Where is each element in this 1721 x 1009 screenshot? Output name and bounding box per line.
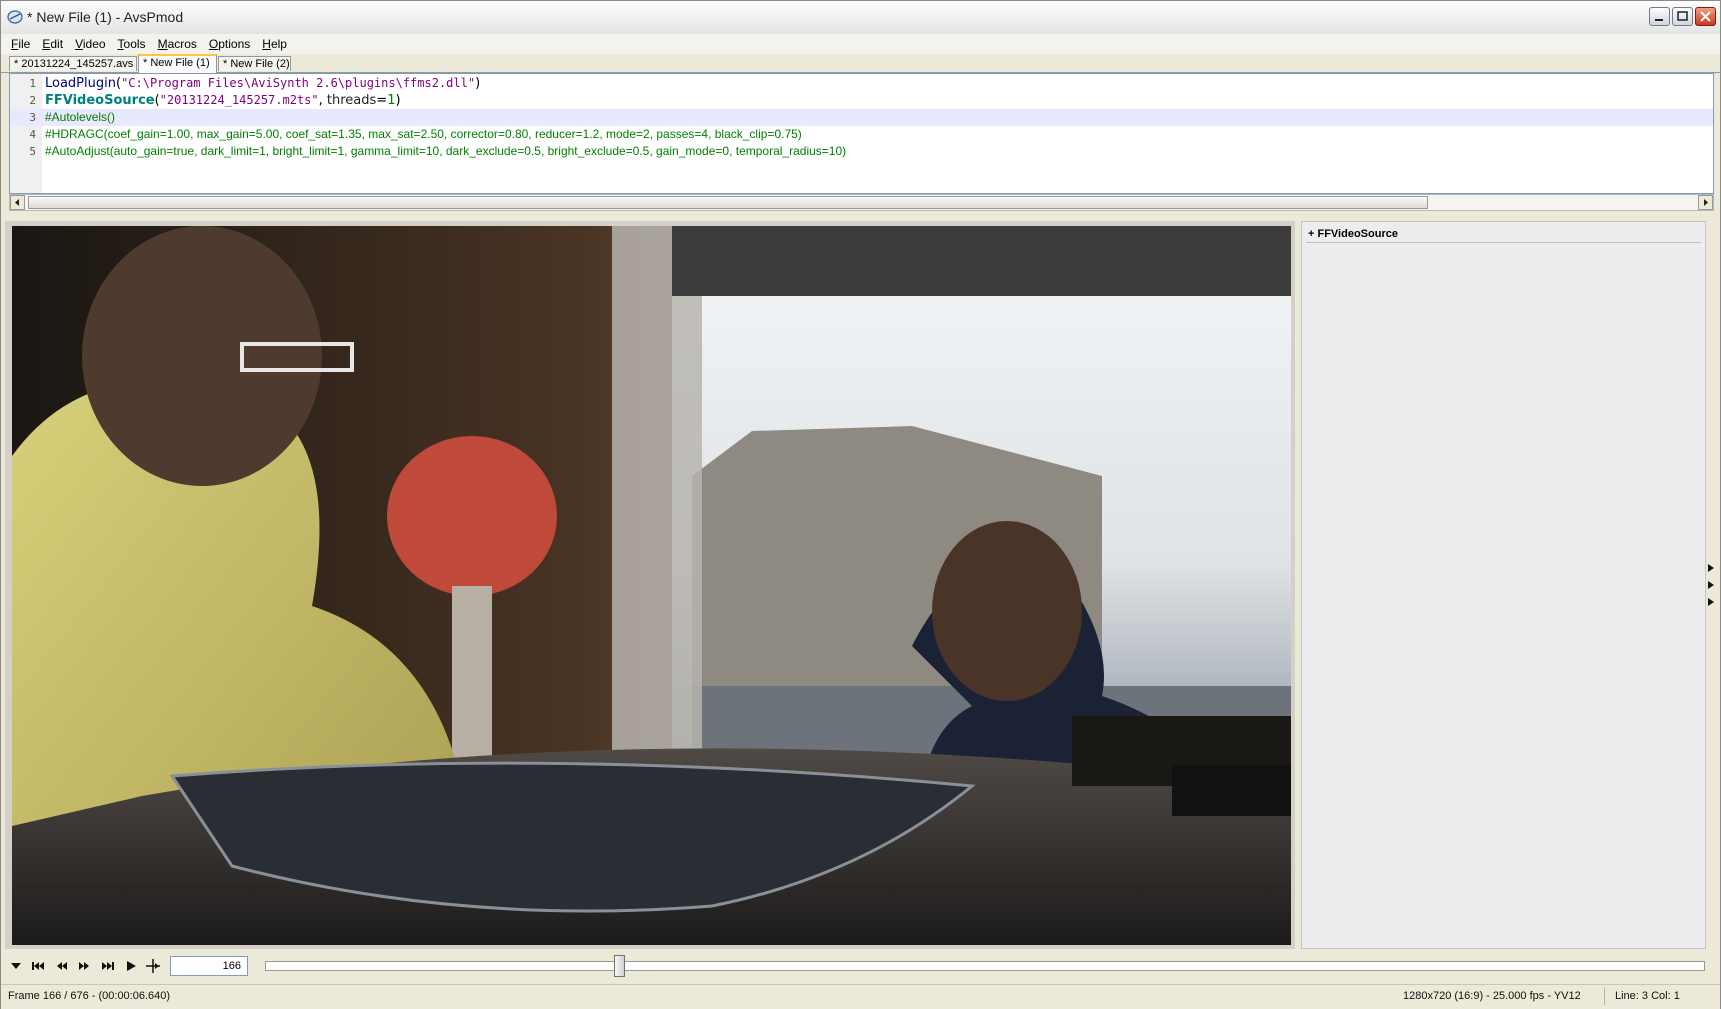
maximize-icon	[1677, 11, 1688, 21]
next-frame-button[interactable]	[75, 957, 93, 975]
close-icon	[1700, 11, 1711, 22]
line-number: 3	[29, 111, 36, 124]
title-bar[interactable]: * New File (1) - AvsPmod	[1, 1, 1720, 35]
code-line-4[interactable]: 4 #HDRAGC(coef_gain=1.00, max_gain=5.00,…	[10, 126, 1713, 143]
crosshair-icon	[146, 959, 160, 973]
status-separator	[1604, 988, 1605, 1005]
tab-new-file-2[interactable]: * New File (2)	[218, 56, 291, 71]
skip-to-start-icon	[32, 962, 44, 970]
frame-number-input[interactable]: 166	[170, 956, 248, 976]
frame-slider-track[interactable]	[265, 961, 1705, 971]
arrow-left-icon	[15, 199, 19, 206]
avspmod-app-icon	[7, 10, 23, 24]
equals: =	[376, 93, 388, 108]
status-cursor-position: Line: 3 Col: 1	[1615, 990, 1680, 1002]
line-number: 2	[29, 94, 36, 107]
line-number: 1	[29, 77, 36, 90]
skip-to-end-icon	[102, 962, 114, 970]
menu-edit[interactable]: Edit	[36, 37, 69, 51]
previous-frame-button[interactable]	[53, 957, 71, 975]
menu-file[interactable]: File	[5, 37, 36, 51]
status-video-info: 1280x720 (16:9) - 25.000 fps - YV12	[1403, 990, 1581, 1002]
editor-horizontal-scrollbar[interactable]	[9, 194, 1714, 211]
last-frame-button[interactable]	[99, 957, 117, 975]
tab-20131224-avs[interactable]: * 20131224_145257.avs	[9, 56, 137, 71]
menu-help[interactable]: Help	[256, 37, 293, 51]
step-back-icon	[57, 962, 67, 970]
code-text: LoadPlugin("C:\Program Files\AviSynth 2.…	[45, 75, 480, 92]
document-tab-bar: * 20131224_145257.avs * New File (1) * N…	[1, 54, 1720, 73]
comment-text: #HDRAGC(coef_gain=1.00, max_gain=5.00, c…	[45, 127, 802, 141]
video-preview-pane	[5, 221, 1295, 949]
line-number: 4	[29, 128, 36, 141]
playback-controls: 166	[1, 953, 1720, 979]
comment-text: #Autolevels()	[45, 110, 116, 124]
menu-macros[interactable]: Macros	[152, 37, 203, 51]
line-number: 5	[29, 145, 36, 158]
play-button[interactable]	[122, 957, 140, 975]
status-frame: Frame 166 / 676 - (00:00:06.640)	[8, 990, 171, 1002]
menu-options[interactable]: Options	[203, 37, 256, 51]
side-panel-toggles	[1707, 561, 1721, 612]
function-name: FFVideoSource	[45, 93, 155, 108]
scroll-right-button[interactable]	[1698, 195, 1713, 210]
window-controls	[1649, 7, 1716, 26]
paren: )	[475, 76, 481, 91]
play-icon	[127, 961, 136, 971]
minimize-button[interactable]	[1649, 7, 1670, 26]
app-window: * New File (1) - AvsPmod File Edit Video…	[0, 0, 1721, 1009]
triangle-right-icon[interactable]	[1707, 561, 1715, 612]
frame-slider-thumb[interactable]	[613, 955, 625, 977]
step-forward-icon	[79, 962, 89, 970]
video-frame[interactable]	[12, 226, 1291, 945]
code-line-2[interactable]: 2 FFVideoSource("20131224_145257.m2ts", …	[10, 92, 1713, 109]
external-player-button[interactable]	[144, 957, 162, 975]
tab-new-file-1[interactable]: * New File (1)	[138, 54, 217, 73]
toggle-menu-button[interactable]	[7, 957, 25, 975]
pane-splitter[interactable]	[1, 212, 1720, 220]
code-text: FFVideoSource("20131224_145257.m2ts", th…	[45, 92, 401, 109]
first-frame-button[interactable]	[29, 957, 47, 975]
comma: ,	[318, 93, 327, 108]
code-line-3[interactable]: 3 #Autolevels()	[10, 109, 1713, 126]
side-panel-box: + FFVideoSource	[1301, 221, 1706, 949]
maximize-button[interactable]	[1672, 7, 1693, 26]
code-line-1[interactable]: 1 LoadPlugin("C:\Program Files\AviSynth …	[10, 75, 1713, 92]
function-name: LoadPlugin	[45, 76, 116, 91]
paren: )	[395, 93, 401, 108]
filter-side-panel: + FFVideoSource	[1301, 221, 1721, 949]
status-bar: Frame 166 / 676 - (00:00:06.640) 1280x72…	[1, 984, 1720, 1009]
comment-text: #AutoAdjust(auto_gain=true, dark_limit=1…	[45, 144, 847, 158]
script-editor[interactable]: 1 LoadPlugin("C:\Program Files\AviSynth …	[9, 73, 1714, 194]
close-button[interactable]	[1695, 7, 1716, 26]
arrow-right-icon	[1704, 199, 1708, 206]
param-name: threads	[326, 93, 377, 108]
string-literal: "20131224_145257.m2ts"	[159, 93, 319, 107]
scroll-left-button[interactable]	[10, 195, 25, 210]
window-title: * New File (1) - AvsPmod	[27, 9, 184, 25]
code-line-5[interactable]: 5 #AutoAdjust(auto_gain=true, dark_limit…	[10, 143, 1713, 160]
triangle-down-icon	[11, 963, 21, 969]
menu-video[interactable]: Video	[69, 37, 111, 51]
string-literal: "C:\Program Files\AviSynth 2.6\plugins\f…	[121, 76, 476, 90]
filter-header[interactable]: + FFVideoSource	[1306, 226, 1701, 243]
menu-tools[interactable]: Tools	[112, 37, 152, 51]
scroll-thumb[interactable]	[28, 196, 1428, 209]
menu-bar: File Edit Video Tools Macros Options Hel…	[1, 34, 1720, 54]
minimize-icon	[1655, 19, 1663, 21]
